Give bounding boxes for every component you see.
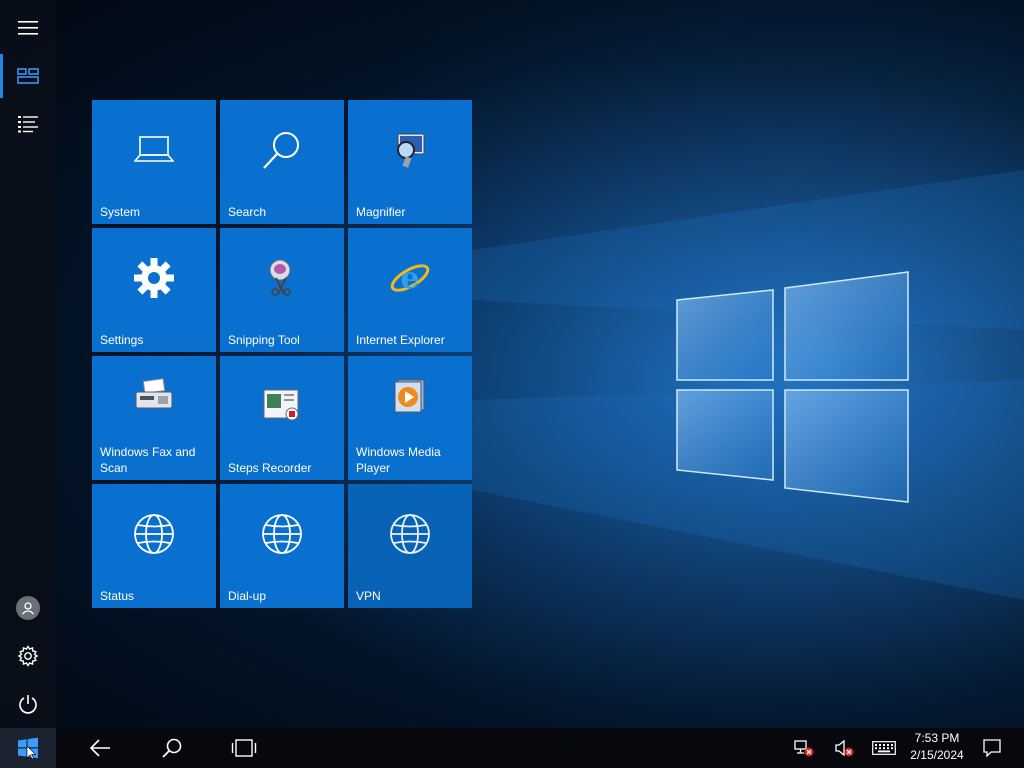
internet-explorer-icon: e <box>390 261 430 296</box>
magnifier-app-icon <box>397 133 425 168</box>
start-menu-rail <box>0 0 56 728</box>
start-tiles-group: System Search Magnifier Settings Snippin… <box>92 100 472 608</box>
power-icon <box>19 695 37 714</box>
tile-label: Snipping Tool <box>228 333 300 347</box>
globe-icon <box>390 514 430 554</box>
tile-label: Dial-up <box>228 589 267 603</box>
tile-label: Windows Fax and Scan <box>100 445 196 475</box>
tile-label: Steps Recorder <box>228 461 312 475</box>
settings-gear-icon <box>17 645 39 667</box>
tile-search[interactable]: Search <box>220 100 344 224</box>
tile-label: Internet Explorer <box>356 333 445 347</box>
tile-label: System <box>100 205 141 219</box>
laptop-icon <box>134 136 174 162</box>
tile-status[interactable]: Status <box>92 484 216 608</box>
start-button[interactable] <box>0 728 56 768</box>
taskbar-search-button[interactable] <box>148 728 196 768</box>
svg-text:e: e <box>400 261 419 296</box>
tile-label: Settings <box>100 333 144 347</box>
snipping-tool-icon <box>269 259 291 296</box>
tile-magnifier[interactable]: Magnifier <box>348 100 472 224</box>
tile-settings[interactable]: Settings <box>92 228 216 352</box>
search-icon <box>263 132 299 169</box>
power-button[interactable] <box>0 680 56 728</box>
touch-keyboard-button[interactable] <box>866 728 902 768</box>
taskbar: 7:53 PM 2/15/2024 <box>0 728 1024 768</box>
tile-snipping-tool[interactable]: Snipping Tool <box>220 228 344 352</box>
task-view-button[interactable] <box>220 728 268 768</box>
tile-label: Magnifier <box>356 205 406 219</box>
user-account-icon <box>16 596 40 620</box>
volume-button[interactable] <box>826 728 862 768</box>
clock-date: 2/15/2024 <box>910 748 964 762</box>
settings-gear-icon <box>134 258 174 298</box>
globe-icon <box>134 514 174 554</box>
tile-internet-explorer[interactable]: e Internet Explorer <box>348 228 472 352</box>
tiles-icon <box>17 68 39 84</box>
tile-label: VPN <box>356 589 381 603</box>
network-status-button[interactable] <box>786 728 822 768</box>
clock-time: 7:53 PM <box>914 731 960 745</box>
touch-keyboard-icon <box>872 741 896 755</box>
windows-logo-icon <box>18 737 38 759</box>
tile-steps-recorder[interactable]: Steps Recorder <box>220 356 344 480</box>
hamburger-icon <box>18 21 38 35</box>
search-icon <box>162 738 182 758</box>
back-button[interactable] <box>76 728 124 768</box>
taskbar-clock[interactable]: 7:53 PM 2/15/2024 <box>904 730 970 764</box>
all-apps-button[interactable] <box>0 100 56 148</box>
media-player-icon <box>394 379 425 413</box>
action-center-button[interactable] <box>974 728 1010 768</box>
tile-dial-up[interactable]: Dial-up <box>220 484 344 608</box>
user-account-button[interactable] <box>0 584 56 632</box>
expand-menu-button[interactable] <box>0 4 56 52</box>
tile-windows-media-player[interactable]: Windows Media Player <box>348 356 472 480</box>
settings-button[interactable] <box>0 632 56 680</box>
tile-system[interactable]: System <box>92 100 216 224</box>
task-view-icon <box>231 739 257 757</box>
fax-scanner-icon <box>135 378 173 409</box>
network-disconnected-icon <box>794 740 814 757</box>
back-arrow-icon <box>89 739 110 757</box>
volume-muted-icon <box>835 739 854 757</box>
globe-icon <box>262 514 302 554</box>
steps-recorder-icon <box>263 389 299 421</box>
tile-label: Search <box>228 205 267 219</box>
action-center-icon <box>983 739 1001 757</box>
all-apps-list-icon <box>18 116 38 133</box>
tile-label: Status <box>100 589 135 603</box>
tile-vpn[interactable]: VPN <box>348 484 472 608</box>
tile-label: Windows Media Player <box>356 445 441 475</box>
tile-windows-fax-and-scan[interactable]: Windows Fax and Scan <box>92 356 216 480</box>
tiles-view-button[interactable] <box>0 52 56 100</box>
